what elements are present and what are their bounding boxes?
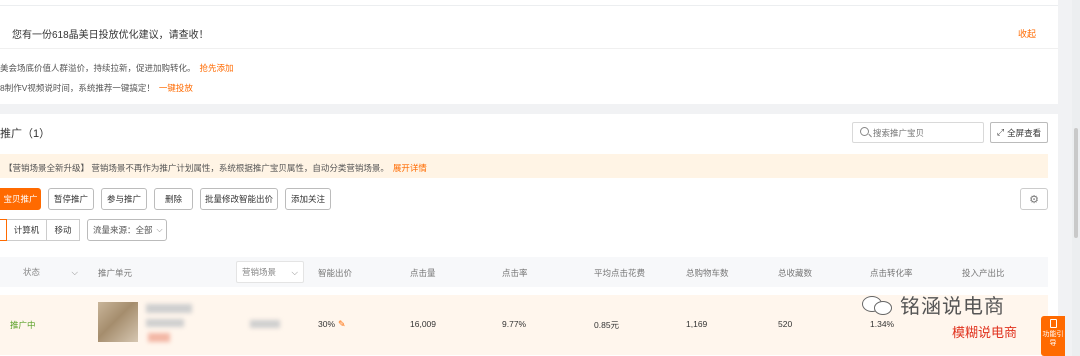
- fullscreen-button[interactable]: ⤢ 全屏查看: [990, 122, 1048, 143]
- pause-promotion-button[interactable]: 暂停推广: [48, 188, 94, 210]
- search-icon: [860, 127, 869, 136]
- cart-cell: 1,169: [686, 319, 708, 329]
- watermark-sub: 模糊说电商: [952, 326, 1018, 341]
- join-promotion-button[interactable]: 参与推广: [101, 188, 147, 210]
- notice-title: 您有一份618晶美日投放优化建议，请查收！: [12, 30, 209, 41]
- fav-cell: 520: [778, 319, 793, 329]
- traffic-source-select[interactable]: 流量来源：全部 ⌵: [87, 219, 167, 241]
- clicks-header[interactable]: 点击量: [410, 267, 436, 279]
- promotion-list-card: 推广（1） ⤢ 全屏查看 【营销场景全新升级】 营销场景不再作为推广计划属性，系…: [0, 114, 1058, 356]
- feature-guide-label: 功能引导: [1042, 331, 1064, 347]
- blurred-tag: [148, 333, 170, 342]
- avg-cost-header[interactable]: 平均点击花费: [594, 267, 645, 279]
- suggestion-item: 美会场底价值人群溢价，持续拉新，促进加购转化。 抢先添加: [0, 62, 234, 74]
- scene-header: 营销场景: [242, 267, 277, 277]
- bid-value: 30%: [318, 319, 336, 329]
- device-tab-mobile[interactable]: 移动: [47, 219, 80, 241]
- fullscreen-label: 全屏查看: [1007, 127, 1042, 138]
- batch-edit-bid-button[interactable]: 批量修改智能出价: [200, 188, 278, 210]
- pencil-icon[interactable]: ✎: [338, 319, 346, 329]
- traffic-source-value: 流量来源：全部: [93, 225, 153, 235]
- chevron-down-icon: ⌵: [291, 266, 298, 277]
- table-header: 状态 ⌵ 推广单元 营销场景 ⌵ 智能出价 点击量 点击率 平均点击花费 总购物…: [0, 257, 1048, 287]
- add-follow-button[interactable]: 添加关注: [285, 188, 331, 210]
- blurred-subtitle: [146, 319, 184, 327]
- watermark: 铭涵说电商: [860, 290, 1005, 319]
- section-title: 推广（1）: [0, 128, 51, 140]
- expand-icon: ⤢: [996, 127, 1005, 137]
- banner-text: 【营销场景全新升级】 营销场景不再作为推广计划属性，系统根据推广宝贝属性，自动分…: [4, 163, 389, 173]
- unit-header: 推广单元: [98, 268, 133, 278]
- settings-button[interactable]: ⚙: [1020, 188, 1048, 210]
- wechat-icon: [860, 292, 894, 318]
- scene-upgrade-banner: 【营销场景全新升级】 营销场景不再作为推广计划属性，系统根据推广宝贝属性，自动分…: [0, 154, 1048, 178]
- suggestion-item: 8制作V视频说时间，系统推荐一键搞定！ 一键投放: [0, 82, 193, 94]
- product-thumbnail[interactable]: [98, 302, 138, 342]
- avg-cost-cell: 0.85元: [594, 320, 620, 330]
- divider: [0, 48, 1058, 49]
- guide-icon: [1049, 319, 1057, 328]
- top-strip: [0, 0, 1058, 6]
- device-toggle: 计算机 移动: [0, 219, 80, 241]
- clicks-cell: 16,009: [410, 319, 436, 329]
- chevron-down-icon: ⌵: [156, 225, 163, 234]
- gear-icon: ⚙: [1029, 193, 1039, 206]
- scene-filter[interactable]: 营销场景 ⌵: [236, 261, 304, 283]
- optimization-notice-card: 您有一份618晶美日投放优化建议，请查收！ 收起 美会场底价值人群溢价，持续拉新…: [0, 0, 1058, 104]
- suggestion-text: 8制作V视频说时间，系统推荐一键搞定！: [0, 83, 155, 93]
- add-item-promotion-button[interactable]: 宝贝推广: [0, 188, 41, 210]
- delete-button[interactable]: 删除: [154, 188, 193, 210]
- suggestion-action-link[interactable]: 一键投放: [159, 83, 193, 93]
- fav-header[interactable]: 总收藏数: [778, 267, 812, 279]
- scrollbar-thumb[interactable]: [1074, 128, 1078, 238]
- blurred-scene: [250, 320, 280, 328]
- search-box[interactable]: [852, 122, 984, 143]
- watermark-name: 铭涵说电商: [900, 294, 1005, 318]
- bid-header: 智能出价: [318, 268, 353, 278]
- cart-header[interactable]: 总购物车数: [686, 267, 729, 279]
- blurred-title: [146, 304, 192, 313]
- status-filter[interactable]: 状态 ⌵: [18, 261, 83, 283]
- bid-cell: 30% ✎: [318, 319, 346, 330]
- device-tab-pc[interactable]: 计算机: [7, 219, 47, 241]
- suggestion-action-link[interactable]: 抢先添加: [200, 63, 234, 73]
- suggestion-text: 美会场底价值人群溢价，持续拉新，促进加购转化。: [0, 63, 196, 73]
- search-input[interactable]: [873, 126, 973, 140]
- chevron-down-icon: ⌵: [71, 266, 78, 277]
- cvr-cell: 1.34%: [870, 319, 895, 329]
- cvr-header[interactable]: 点击转化率: [870, 267, 913, 279]
- status-cell: 推广中: [10, 320, 36, 330]
- collapse-link[interactable]: 收起: [1018, 27, 1036, 40]
- roi-header[interactable]: 投入产出比: [962, 267, 1005, 279]
- feature-guide-button[interactable]: 功能引导: [1041, 316, 1065, 356]
- status-header: 状态: [23, 267, 41, 277]
- banner-details-link[interactable]: 展开详情: [393, 163, 427, 173]
- ctr-cell: 9.77%: [502, 319, 527, 329]
- device-tab-all[interactable]: [0, 219, 7, 241]
- ctr-header[interactable]: 点击率: [502, 267, 528, 279]
